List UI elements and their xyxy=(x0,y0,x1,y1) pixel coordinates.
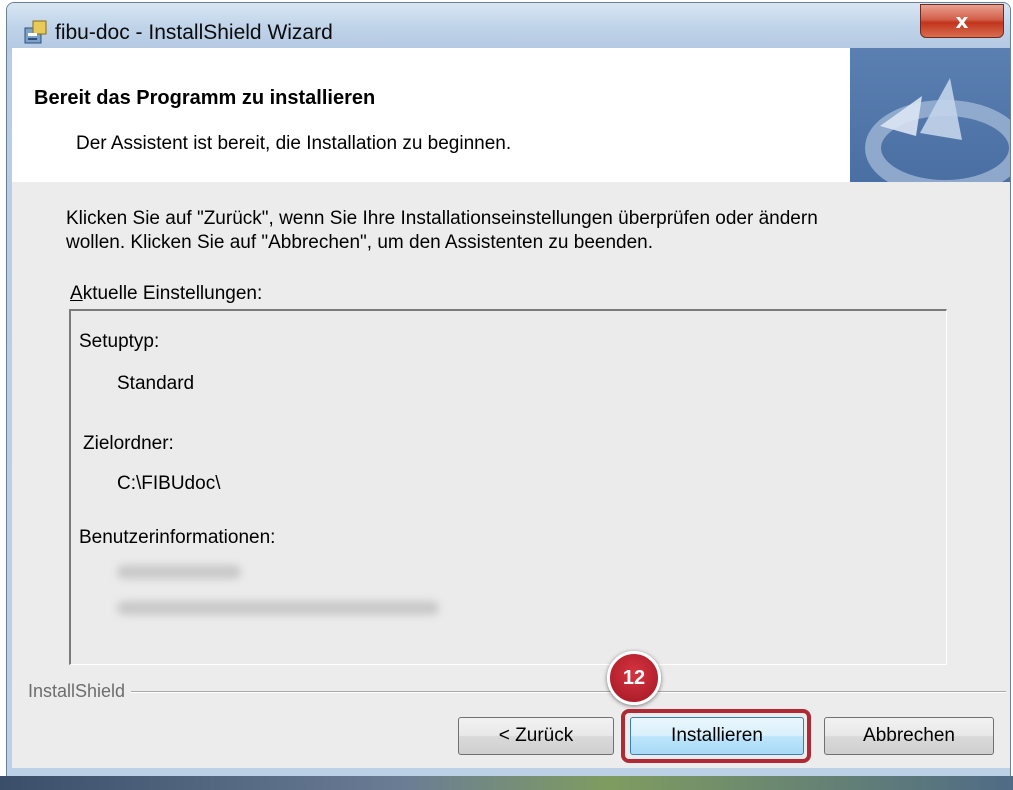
blurred-user-name xyxy=(117,565,241,579)
current-settings-label: Aktuelle Einstellungen: xyxy=(70,283,262,305)
installshield-logo xyxy=(850,48,1010,182)
desktop-background-strip xyxy=(0,776,1013,790)
footer-divider xyxy=(28,691,1006,693)
back-button[interactable]: < Zurück xyxy=(458,717,614,755)
title-bar[interactable]: fibu-doc - InstallShield Wizard x xyxy=(7,3,1010,51)
page-title: Bereit das Programm zu installieren xyxy=(34,87,376,109)
install-button-highlight xyxy=(621,709,811,763)
settings-summary-box[interactable]: Setuptyp: Standard Zielordner: C:\FIBUdo… xyxy=(69,309,947,665)
blurred-user-company xyxy=(117,601,439,615)
close-icon: x xyxy=(955,9,969,33)
close-button[interactable]: x xyxy=(920,4,1004,38)
accelerator-key: A xyxy=(70,283,83,304)
destination-folder-value: C:\FIBUdoc\ xyxy=(117,473,221,494)
setup-type-value: Standard xyxy=(117,373,195,394)
user-info-label: Benutzerinformationen: xyxy=(79,527,276,548)
installer-app-icon xyxy=(23,19,49,45)
setup-type-label: Setuptyp: xyxy=(79,331,160,352)
instructions-text: Klicken Sie auf "Zurück", wenn Sie Ihre … xyxy=(66,207,966,255)
current-settings-label-text: ktuelle Einstellungen: xyxy=(82,283,263,304)
step-badge: 12 xyxy=(607,651,661,705)
cancel-button[interactable]: Abbrechen xyxy=(824,717,994,755)
wizard-header: Bereit das Programm zu installieren Der … xyxy=(12,48,1010,183)
instructions-line-1: Klicken Sie auf "Zurück", wenn Sie Ihre … xyxy=(66,208,818,229)
window-title: fibu-doc - InstallShield Wizard xyxy=(55,21,333,44)
instructions-line-2: wollen. Klicken Sie auf "Abbrechen", um … xyxy=(66,232,654,253)
installshield-brand: InstallShield xyxy=(28,681,132,702)
destination-folder-label: Zielordner: xyxy=(83,433,174,454)
page-subtitle: Der Assistent ist bereit, die Installati… xyxy=(76,133,512,154)
